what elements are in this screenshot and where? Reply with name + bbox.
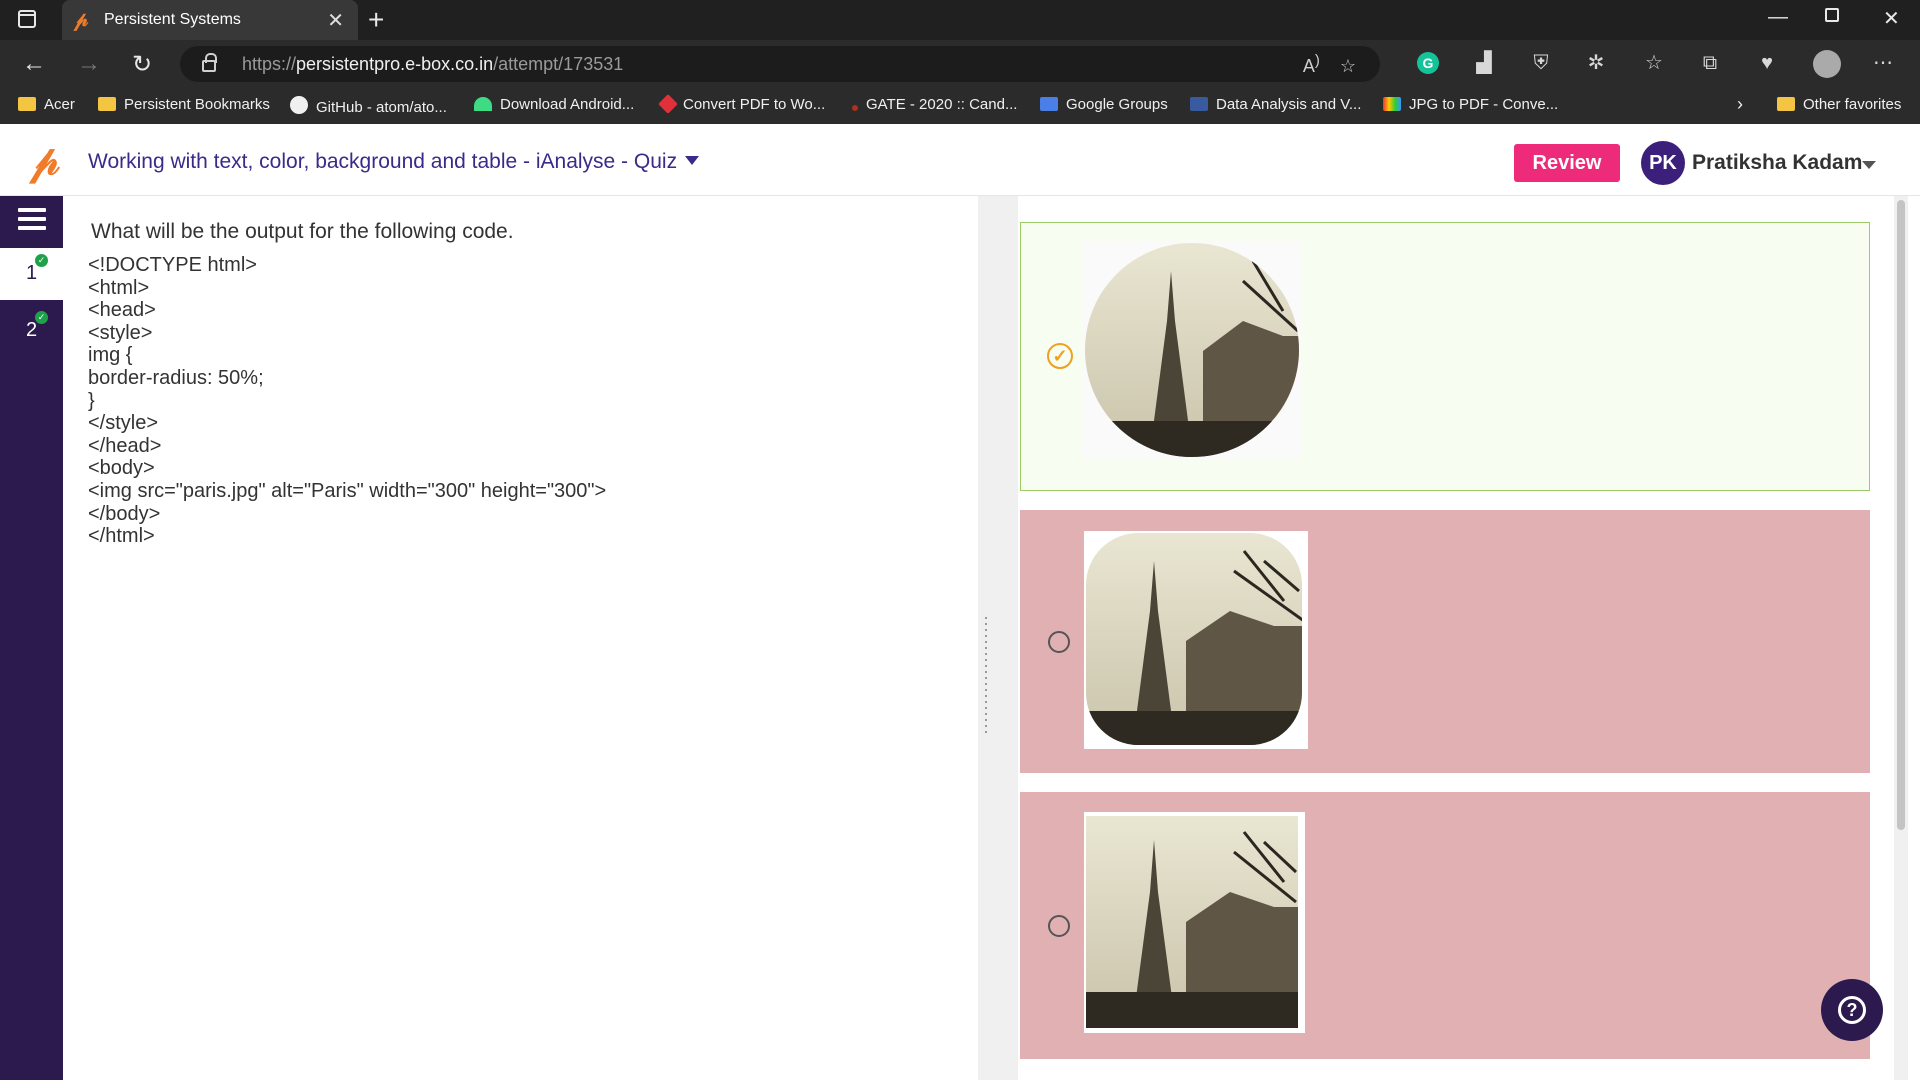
question-prompt: What will be the output for the followin… <box>91 220 514 243</box>
option-radio[interactable] <box>1048 631 1070 653</box>
selected-check-icon[interactable]: ✓ <box>1047 343 1073 369</box>
bookmark-convert-pdf[interactable]: Convert PDF to Wo... <box>658 94 825 114</box>
persistent-logo[interactable]: 𝓅 <box>30 139 70 181</box>
quiz-title-dropdown[interactable]: Working with text, color, background and… <box>88 150 700 174</box>
user-menu-caret-icon[interactable] <box>1862 161 1876 169</box>
option-radio[interactable] <box>1048 915 1070 937</box>
option-image-square <box>1084 812 1305 1033</box>
quiz-title: Working with text, color, background and… <box>88 150 678 173</box>
window-close-icon[interactable]: ✕ <box>1883 6 1900 31</box>
review-button[interactable]: Review <box>1514 144 1620 182</box>
android-icon <box>474 97 492 111</box>
health-icon[interactable]: ♥ <box>1756 52 1778 74</box>
new-tab-icon[interactable]: + <box>368 4 384 36</box>
paris-eiffel-tower-circle <box>1085 243 1299 457</box>
tab-title: Persistent Systems <box>104 11 241 28</box>
folder-icon <box>98 97 116 111</box>
favorites-icon[interactable]: ☆ <box>1643 52 1665 74</box>
refresh-icon[interactable]: ↻ <box>132 50 152 79</box>
bookmark-jpg-to-pdf[interactable]: JPG to PDF - Conve... <box>1383 96 1558 113</box>
bookmark-github[interactable]: GitHub - atom/ato... <box>290 96 447 116</box>
paris-eiffel-tower-square <box>1086 816 1298 1028</box>
bookmark-google-groups[interactable]: Google Groups <box>1040 96 1168 113</box>
user-avatar[interactable]: PK <box>1641 141 1685 185</box>
answer-option-2[interactable] <box>1020 510 1870 773</box>
forward-icon[interactable]: → <box>77 50 101 78</box>
caret-down-icon <box>685 156 700 165</box>
github-icon <box>290 96 308 114</box>
menu-icon[interactable] <box>18 208 46 232</box>
bookmark-persistent[interactable]: Persistent Bookmarks <box>98 96 270 113</box>
extensions-puzzle-icon[interactable]: ✲ <box>1585 52 1607 74</box>
bookmarks-overflow-icon[interactable]: › <box>1737 94 1743 115</box>
question-number: 2 <box>26 319 38 341</box>
browser-profile-avatar[interactable] <box>1813 50 1841 78</box>
data-analysis-icon <box>1190 97 1208 111</box>
pdf-icon <box>658 94 678 114</box>
extension-shield-icon[interactable]: ⛨ <box>1530 52 1552 74</box>
help-button[interactable]: ? <box>1821 979 1883 1041</box>
bookmark-acer[interactable]: Acer <box>18 96 75 113</box>
address-bar[interactable]: https://persistentpro.e-box.co.in/attemp… <box>180 46 1380 82</box>
browser-tab[interactable]: 𝓅 Persistent Systems ✕ <box>62 0 358 40</box>
more-menu-icon[interactable]: ⋯ <box>1872 52 1894 74</box>
persistent-favicon-icon: 𝓅 <box>74 7 89 31</box>
google-groups-icon <box>1040 97 1058 111</box>
scrollbar-thumb[interactable] <box>1897 200 1905 830</box>
resize-grip-icon[interactable] <box>983 615 993 733</box>
question-nav-1[interactable]: 1 ✓ <box>0 248 63 300</box>
collections-icon[interactable]: ⧉ <box>1699 52 1721 74</box>
paris-eiffel-tower-rounded <box>1086 533 1302 745</box>
tab-actions-icon[interactable] <box>18 10 36 28</box>
tab-close-icon[interactable]: ✕ <box>327 8 344 33</box>
question-number: 1 <box>26 262 38 284</box>
gate-icon <box>852 105 858 111</box>
grammarly-icon[interactable]: G <box>1417 52 1439 74</box>
question-mark-icon: ? <box>1838 996 1866 1024</box>
option-image-circle <box>1083 241 1301 459</box>
bookmark-other-favorites[interactable]: Other favorites <box>1777 96 1901 113</box>
answer-option-3[interactable] <box>1020 792 1870 1059</box>
user-name[interactable]: Pratiksha Kadam <box>1692 151 1862 175</box>
extension-chart-icon[interactable]: ▟ <box>1473 52 1495 74</box>
folder-icon <box>1777 97 1795 111</box>
restore-icon[interactable] <box>1825 8 1839 22</box>
answered-check-icon: ✓ <box>35 254 48 267</box>
folder-icon <box>18 97 36 111</box>
minimize-icon[interactable]: — <box>1768 6 1788 29</box>
url-text: https://persistentpro.e-box.co.in/attemp… <box>242 54 624 74</box>
back-icon[interactable]: ← <box>22 50 46 78</box>
question-code: <!DOCTYPE html> <html> <head> <style> im… <box>88 254 607 548</box>
bookmark-android[interactable]: Download Android... <box>474 96 634 113</box>
question-nav-2[interactable]: 2 ✓ <box>0 305 63 357</box>
answered-check-icon: ✓ <box>35 311 48 324</box>
lock-icon[interactable] <box>202 53 217 72</box>
bookmark-gate[interactable]: GATE - 2020 :: Cand... <box>852 96 1017 113</box>
bookmark-data-analysis[interactable]: Data Analysis and V... <box>1190 96 1361 113</box>
option-image-rounded <box>1084 531 1308 749</box>
jpg-pdf-icon <box>1383 97 1401 111</box>
answer-option-1[interactable]: ✓ <box>1020 222 1870 491</box>
read-aloud-icon[interactable]: A) ☆ <box>1303 52 1356 77</box>
